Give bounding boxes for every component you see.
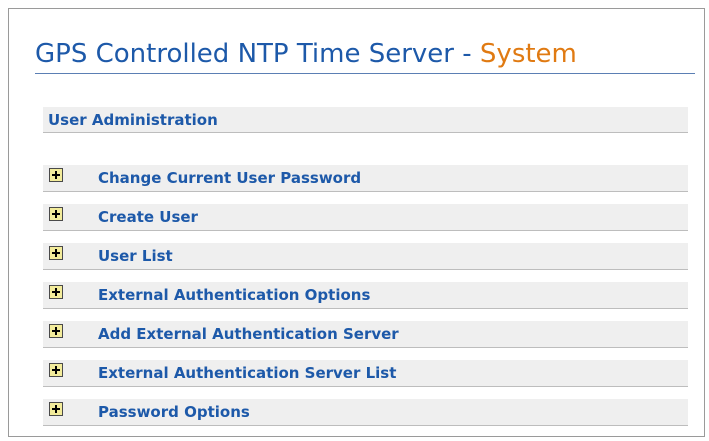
user-admin-options-list: Change Current User Password Create User…	[43, 165, 688, 438]
expand-row-add-external-authentication-server[interactable]: Add External Authentication Server	[43, 321, 688, 348]
expand-plus-icon[interactable]	[49, 402, 63, 416]
section-header-user-administration: User Administration	[43, 107, 688, 133]
expand-row-password-options[interactable]: Password Options	[43, 399, 688, 426]
row-label[interactable]: User List	[98, 243, 173, 270]
expand-plus-icon[interactable]	[49, 246, 63, 260]
expand-plus-icon[interactable]	[49, 207, 63, 221]
expand-row-external-authentication-server-list[interactable]: External Authentication Server List	[43, 360, 688, 387]
expand-plus-icon[interactable]	[49, 324, 63, 338]
expand-row-create-user[interactable]: Create User	[43, 204, 688, 231]
row-label[interactable]: External Authentication Options	[98, 282, 370, 309]
row-label[interactable]: External Authentication Server List	[98, 360, 396, 387]
expand-row-user-list[interactable]: User List	[43, 243, 688, 270]
expand-plus-icon[interactable]	[49, 285, 63, 299]
expand-row-external-authentication-options[interactable]: External Authentication Options	[43, 282, 688, 309]
row-label[interactable]: Create User	[98, 204, 198, 231]
expand-plus-icon[interactable]	[49, 168, 63, 182]
page-title-main: GPS Controlled NTP Time Server -	[35, 39, 480, 69]
expand-row-change-current-user-password[interactable]: Change Current User Password	[43, 165, 688, 192]
row-label[interactable]: Change Current User Password	[98, 165, 361, 192]
row-label[interactable]: Password Options	[98, 399, 250, 426]
row-label[interactable]: Add External Authentication Server	[98, 321, 399, 348]
page-title-accent: System	[479, 39, 577, 69]
content-frame: GPS Controlled NTP Time Server - System …	[8, 8, 705, 437]
page-title: GPS Controlled NTP Time Server - System	[35, 37, 695, 74]
expand-plus-icon[interactable]	[49, 363, 63, 377]
